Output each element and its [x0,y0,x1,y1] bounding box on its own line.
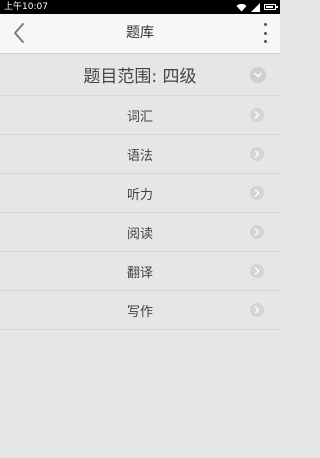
chevron-down-circle-icon [250,66,266,83]
list-item-reading[interactable]: 阅读 [0,213,280,252]
chevron-right-circle-icon [250,225,264,239]
scope-selector[interactable]: 题目范围: 四级 [0,54,280,96]
battery-icon [264,4,278,10]
chevron-right-circle-icon [250,108,264,122]
more-button[interactable] [260,23,270,43]
scope-label: 题目范围: 四级 [83,67,197,87]
status-icons [236,0,278,14]
list-item-vocabulary[interactable]: 词汇 [0,96,280,135]
list-item-label: 词汇 [126,109,153,125]
list-item-label: 听力 [126,187,153,203]
list-item-label: 语法 [126,148,153,164]
signal-icon [251,2,260,12]
chevron-right-circle-icon [250,186,264,200]
header: 题库 [0,14,280,54]
page-title: 题库 [126,25,154,41]
wifi-icon [236,3,247,11]
list-item-listening[interactable]: 听力 [0,174,280,213]
list-item-translation[interactable]: 翻译 [0,252,280,291]
more-vertical-icon [263,23,267,26]
list-item-label: 翻译 [126,265,153,281]
list-item-label: 阅读 [126,226,153,242]
question-bank-list: 题目范围: 四级 词汇 语法 听力 阅读 翻译 写作 [0,54,280,330]
chevron-right-circle-icon [250,147,264,161]
list-item-grammar[interactable]: 语法 [0,135,280,174]
list-item-label: 写作 [126,304,153,320]
list-item-writing[interactable]: 写作 [0,291,280,330]
chevron-right-circle-icon [250,303,264,317]
status-time: 上午10:07 [4,2,48,12]
chevron-right-circle-icon [250,264,264,278]
status-bar: 上午10:07 [0,0,280,14]
